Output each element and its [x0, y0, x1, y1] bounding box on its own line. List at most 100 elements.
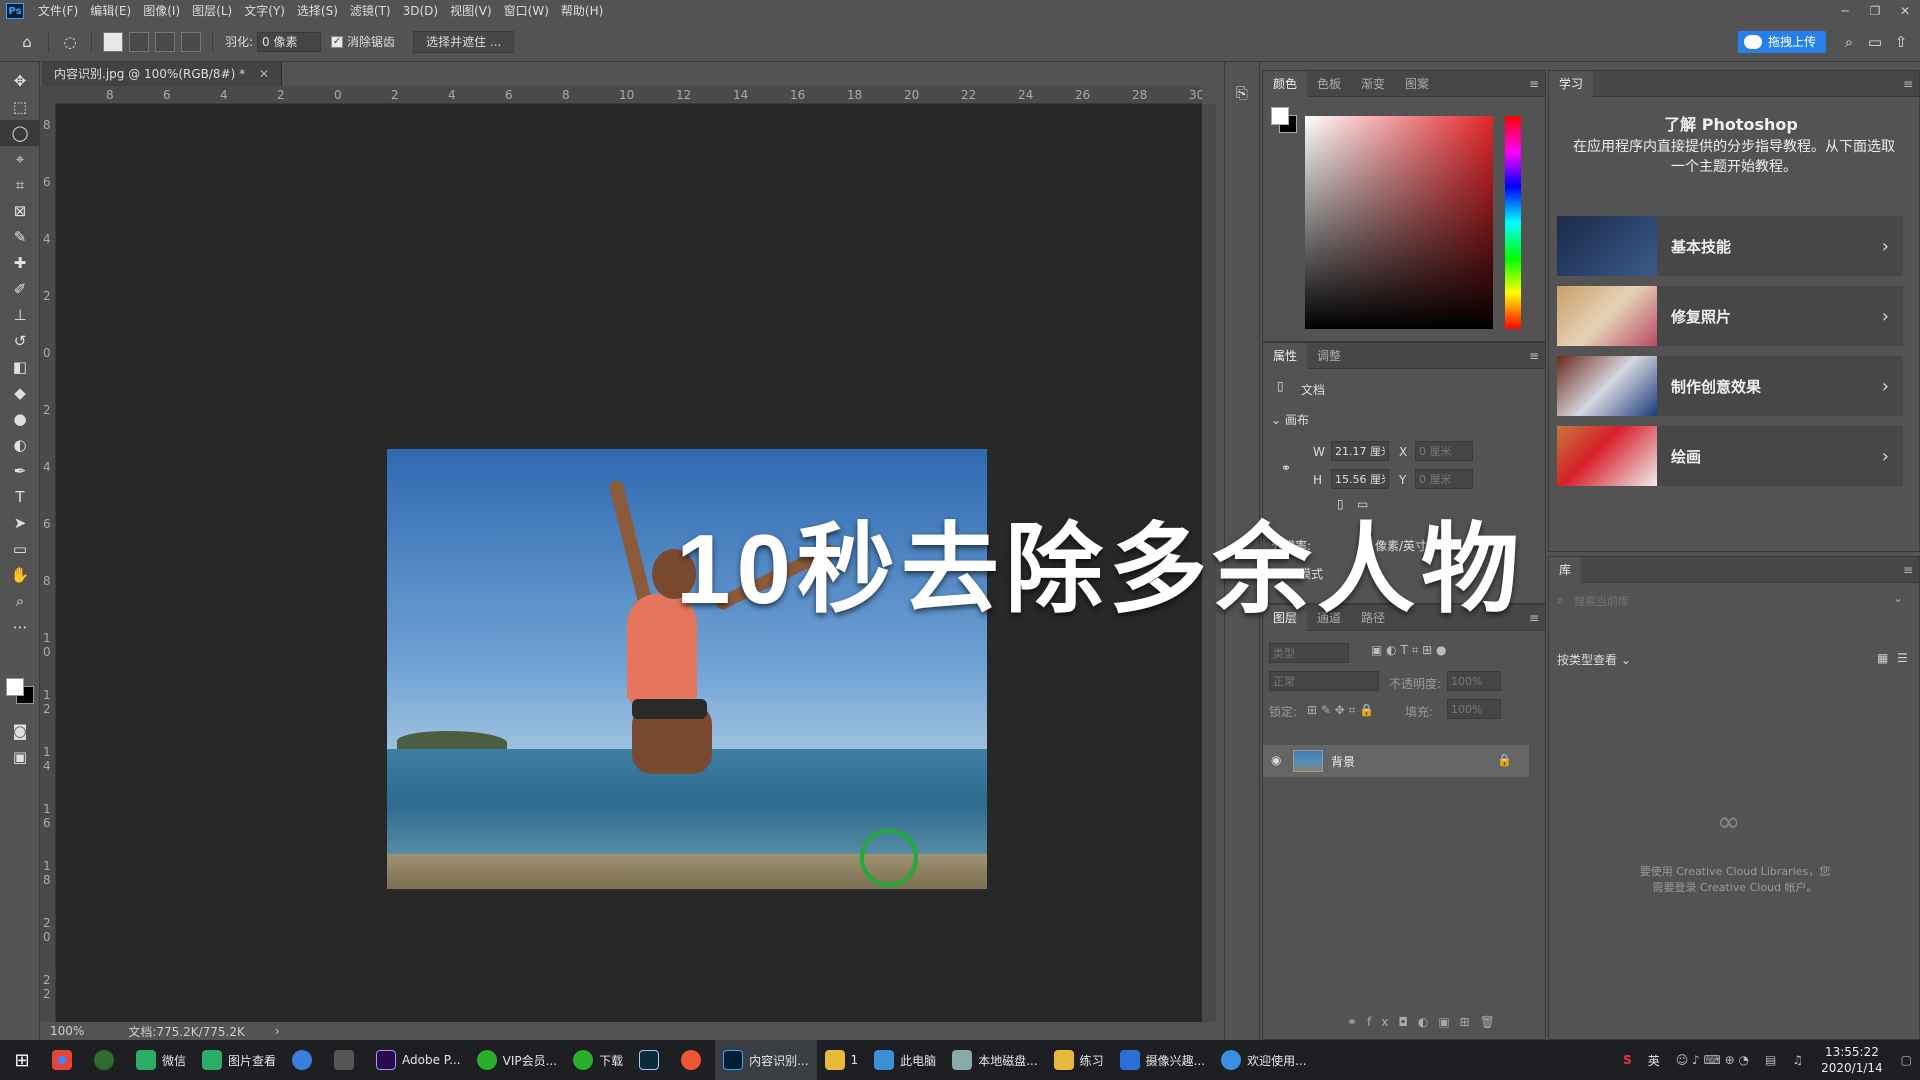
taskbar-photoshop[interactable]: 内容识别... — [715, 1040, 817, 1080]
restore-icon[interactable]: ❐ — [1860, 0, 1890, 22]
stamp-tool-icon[interactable]: ⊥ — [0, 302, 40, 328]
menu-view[interactable]: 视图(V) — [444, 0, 498, 22]
menu-window[interactable]: 窗口(W) — [498, 0, 555, 22]
menu-file[interactable]: 文件(F) — [32, 0, 84, 22]
fill-input[interactable] — [1447, 699, 1501, 719]
marquee-tool-icon[interactable]: ⬚ — [0, 94, 40, 120]
paint-bucket-tool-icon[interactable]: ◆ — [0, 380, 40, 406]
taskbar-calculator[interactable] — [326, 1040, 368, 1080]
hue-slider[interactable] — [1505, 116, 1521, 329]
volume-icon[interactable]: ♫ — [1784, 1040, 1811, 1080]
taskbar-practice[interactable]: 练习 — [1046, 1040, 1112, 1080]
layer-row-background[interactable]: ◉ 背景 🔒 — [1263, 745, 1529, 777]
taskbar-download[interactable]: 下载 — [565, 1040, 631, 1080]
layer-action-icons[interactable]: ⚭fx◘◐▣⊞🗑 — [1347, 1015, 1505, 1029]
taskbar-wechat[interactable]: 微信 — [128, 1040, 194, 1080]
foreground-color-swatch[interactable] — [1271, 107, 1289, 125]
history-brush-tool-icon[interactable]: ↺ — [0, 328, 40, 354]
eyedropper-tool-icon[interactable]: ✎ — [0, 224, 40, 250]
lasso-tool-icon[interactable]: ◯ — [0, 120, 40, 146]
dodge-tool-icon[interactable]: ◐ — [0, 432, 40, 458]
tab-swatches[interactable]: 色板 — [1307, 71, 1351, 97]
quick-select-tool-icon[interactable]: ⌖ — [0, 146, 40, 172]
width-input[interactable] — [1331, 441, 1389, 461]
color-picker-field[interactable] — [1305, 116, 1493, 329]
hand-tool-icon[interactable]: ✋ — [0, 562, 40, 588]
height-input[interactable] — [1331, 469, 1389, 489]
new-selection-button[interactable] — [103, 31, 123, 52]
taskbar-premiere[interactable]: Adobe P... — [368, 1040, 469, 1080]
eye-visibility-icon[interactable]: ◉ — [1271, 753, 1281, 767]
close-tab-icon[interactable]: ✕ — [259, 67, 269, 81]
healing-brush-tool-icon[interactable]: ✚ — [0, 250, 40, 276]
learn-card-painting[interactable]: 绘画 › — [1557, 426, 1903, 486]
minimize-icon[interactable]: ─ — [1830, 0, 1860, 22]
menu-edit[interactable]: 编辑(E) — [84, 0, 137, 22]
taskbar-chrome[interactable] — [44, 1040, 86, 1080]
tray-icons[interactable]: ☺ ♪ ⌨ ⊕ ◔ — [1668, 1040, 1757, 1080]
history-panel-icon[interactable]: ⎘ — [1225, 80, 1259, 106]
sogou-ime-icon[interactable]: S — [1615, 1040, 1640, 1080]
link-icon[interactable]: ⚭ — [1281, 461, 1291, 475]
windows-start-icon[interactable]: ⊞ — [0, 1040, 44, 1080]
move-tool-icon[interactable]: ✥ — [0, 68, 40, 94]
menu-image[interactable]: 图像(I) — [137, 0, 186, 22]
chevron-down-icon[interactable]: ⌄ — [1893, 591, 1903, 605]
zoom-level[interactable]: 100% — [50, 1024, 84, 1038]
list-view-icon[interactable]: ☰ — [1897, 651, 1908, 665]
taskbar-lightroom[interactable] — [631, 1040, 673, 1080]
path-select-tool-icon[interactable]: ➤ — [0, 510, 40, 536]
add-selection-button[interactable] — [129, 31, 149, 52]
search-icon[interactable]: ⌕ — [1836, 29, 1862, 55]
layer-filter-input[interactable] — [1269, 643, 1349, 663]
share-icon[interactable]: ⇧ — [1888, 29, 1914, 55]
foreground-color-swatch[interactable] — [6, 678, 24, 696]
feather-input[interactable] — [257, 31, 322, 52]
crop-tool-icon[interactable]: ⌗ — [0, 172, 40, 198]
canvas-section-toggle[interactable]: ⌄ 画布 — [1271, 411, 1309, 428]
tab-properties[interactable]: 属性 — [1263, 342, 1308, 369]
menu-type[interactable]: 文字(Y) — [238, 0, 291, 22]
tab-learn[interactable]: 学习 — [1549, 70, 1594, 97]
notification-icon[interactable]: ▢ — [1893, 1040, 1920, 1080]
menu-layer[interactable]: 图层(L) — [186, 0, 238, 22]
library-search-input[interactable] — [1571, 591, 1891, 611]
layer-filter-icons[interactable]: ▣ ◐ T ⌗ ⊞ ● — [1371, 643, 1447, 658]
tab-adjustments[interactable]: 调整 — [1307, 343, 1351, 369]
quick-mask-icon[interactable]: ◙ — [0, 718, 40, 744]
taskbar-welcome[interactable]: 欢迎使用... — [1213, 1040, 1314, 1080]
taskbar-vip[interactable]: VIP会员... — [469, 1040, 565, 1080]
cloud-upload-button[interactable]: 拖拽上传 — [1737, 31, 1826, 53]
menu-3d[interactable]: 3D(D) — [397, 0, 444, 22]
status-arrow-icon[interactable]: › — [275, 1024, 280, 1038]
fg-bg-swatches[interactable] — [1271, 107, 1299, 135]
taskbar-recorder[interactable] — [673, 1040, 715, 1080]
network-icon[interactable]: ▤ — [1757, 1040, 1784, 1080]
menu-select[interactable]: 选择(S) — [291, 0, 344, 22]
panel-menu-icon[interactable]: ≡ — [1529, 349, 1539, 363]
lock-icons[interactable]: ⊞ ✎ ✥ ⌗ 🔒 — [1307, 703, 1374, 718]
antialias-checkbox[interactable]: ✓ 消除锯齿 — [331, 33, 395, 50]
frame-tool-icon[interactable]: ⊠ — [0, 198, 40, 224]
y-input[interactable] — [1415, 469, 1473, 489]
learn-card-fix-photo[interactable]: 修复照片 › — [1557, 286, 1903, 346]
menu-filter[interactable]: 滤镜(T) — [344, 0, 397, 22]
intersect-selection-button[interactable] — [181, 31, 201, 52]
learn-card-creative-effects[interactable]: 制作创意效果 › — [1557, 356, 1903, 416]
subtract-selection-button[interactable] — [155, 31, 175, 52]
blend-mode-select[interactable] — [1269, 671, 1379, 691]
document-tab[interactable]: 内容识别.jpg @ 100%(RGB/8#) * ✕ — [42, 62, 282, 86]
panel-menu-icon[interactable]: ≡ — [1529, 611, 1539, 625]
shape-tool-icon[interactable]: ▭ — [0, 536, 40, 562]
blur-tool-icon[interactable]: ● — [0, 406, 40, 432]
taskbar-folder-1[interactable]: 1 — [817, 1040, 867, 1080]
tab-gradients[interactable]: 渐变 — [1351, 71, 1395, 97]
tab-color[interactable]: 颜色 — [1263, 70, 1308, 97]
grid-view-icon[interactable]: ▦ — [1877, 651, 1888, 665]
x-input[interactable] — [1415, 441, 1473, 461]
menu-help[interactable]: 帮助(H) — [555, 0, 609, 22]
panel-menu-icon[interactable]: ≡ — [1903, 77, 1913, 91]
home-icon[interactable]: ⌂ — [14, 29, 40, 55]
taskbar-this-pc[interactable]: 此电脑 — [866, 1040, 944, 1080]
clock[interactable]: 13:55:22 2020/1/14 — [1821, 1044, 1883, 1076]
